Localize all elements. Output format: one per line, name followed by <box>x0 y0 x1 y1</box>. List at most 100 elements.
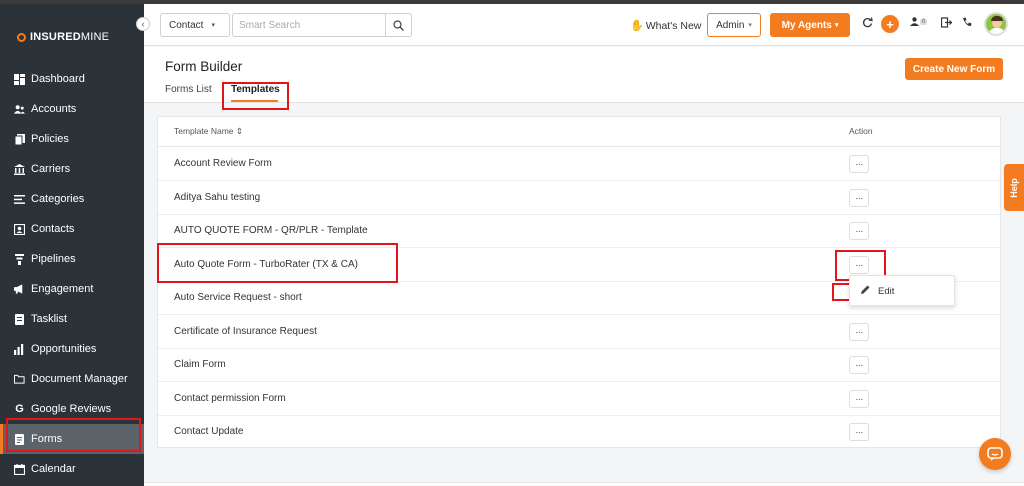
accounts-icon <box>14 104 25 115</box>
notifications-toggle[interactable]: 0 <box>910 17 928 26</box>
row-actions-button[interactable]: ··· <box>849 189 869 207</box>
google-icon: G <box>15 403 24 415</box>
sidebar-item-categories[interactable]: Categories <box>0 184 144 214</box>
tab-forms-list[interactable]: Forms List <box>165 84 212 95</box>
logout-icon[interactable] <box>941 17 952 28</box>
row-actions-button[interactable]: ··· <box>849 222 869 240</box>
help-tab[interactable]: Help <box>1004 164 1024 211</box>
chat-icon <box>987 446 1003 461</box>
sidebar-item-label: Pipelines <box>31 253 76 265</box>
sidebar-item-google-reviews[interactable]: G Google Reviews <box>0 394 144 424</box>
sidebar-item-label: Carriers <box>31 163 71 175</box>
sidebar-item-pipelines[interactable]: Pipelines <box>0 244 144 274</box>
categories-icon <box>14 194 25 205</box>
sidebar-item-label: Accounts <box>31 103 77 115</box>
chat-launcher[interactable] <box>979 438 1011 470</box>
sidebar-item-carriers[interactable]: Carriers <box>0 154 144 184</box>
chevron-down-icon: ▾ <box>211 22 215 29</box>
table-row: Account Review Form ··· <box>158 147 1000 181</box>
my-agents-button[interactable]: My Agents ▾ <box>770 13 850 37</box>
table-row: AUTO QUOTE FORM - QR/PLR - Template ··· <box>158 214 1000 248</box>
create-new-form-button[interactable]: Create New Form <box>905 58 1003 80</box>
sidebar-item-label: Dashboard <box>31 73 85 85</box>
admin-dropdown[interactable]: Admin ▾ <box>707 13 761 37</box>
template-name[interactable]: Contact Update <box>174 426 244 437</box>
row-actions-button[interactable]: ··· <box>849 323 869 341</box>
template-name[interactable]: Aditya Sahu testing <box>174 192 260 203</box>
table-row: Aditya Sahu testing ··· <box>158 181 1000 215</box>
notification-count-badge: 0 <box>920 18 928 25</box>
bottom-strip <box>144 482 1024 486</box>
row-actions-button[interactable]: ··· <box>849 155 869 173</box>
opportunities-icon <box>14 343 25 355</box>
row-actions-button[interactable]: ··· <box>849 390 869 408</box>
chevron-down-icon: ▾ <box>834 22 839 29</box>
sidebar-item-dashboard[interactable]: Dashboard <box>0 64 144 94</box>
row-actions-button[interactable]: ··· <box>849 356 869 374</box>
brand-name: INSUREDMINE <box>30 31 110 43</box>
template-name[interactable]: Auto Service Request - short <box>174 292 302 303</box>
sidebar-nav: Dashboard Accounts Policies Carriers Cat… <box>0 64 144 484</box>
sidebar-item-engagement[interactable]: Engagement <box>0 274 144 304</box>
sidebar-item-label: Contacts <box>31 223 75 235</box>
pointing-hand-icon: ✋ <box>630 20 644 32</box>
top-header: Contact ▾ ✋ What's New Admin ▾ My Agents… <box>144 4 1024 46</box>
search-scope-select[interactable]: Contact ▾ <box>160 13 230 37</box>
search-input[interactable] <box>233 19 383 31</box>
refresh-icon[interactable] <box>862 17 873 28</box>
user-avatar[interactable] <box>984 12 1008 36</box>
row-actions-button[interactable]: ··· <box>849 256 869 274</box>
engagement-icon <box>14 284 25 295</box>
sidebar-item-label: Engagement <box>31 283 94 295</box>
dashboard-icon <box>14 73 25 85</box>
avatar-hair <box>991 16 1003 21</box>
edit-menu-item[interactable]: Edit <box>861 285 894 297</box>
contacts-icon <box>14 223 25 235</box>
whats-new-link[interactable]: ✋ What's New <box>630 19 702 33</box>
forms-icon <box>14 433 25 445</box>
template-name[interactable]: Claim Form <box>174 359 226 370</box>
my-agents-label: My Agents <box>781 19 832 31</box>
smart-search <box>232 13 412 37</box>
search-icon[interactable] <box>385 14 411 36</box>
sidebar-item-calendar[interactable]: Calendar <box>0 454 144 484</box>
pipelines-icon <box>14 253 25 265</box>
template-name[interactable]: Account Review Form <box>174 158 272 169</box>
sidebar-item-label: Document Manager <box>31 373 128 385</box>
page-title: Form Builder <box>165 59 243 74</box>
sidebar-item-forms[interactable]: Forms <box>0 424 144 454</box>
whats-new-label: What's New <box>645 19 702 32</box>
search-scope-value: Contact <box>169 19 204 31</box>
table-row: Certificate of Insurance Request ··· <box>158 315 1000 349</box>
template-name[interactable]: AUTO QUOTE FORM - QR/PLR - Template <box>174 225 368 236</box>
template-name[interactable]: Auto Quote Form - TurboRater (TX & CA) <box>174 259 358 270</box>
tasklist-icon <box>14 313 25 325</box>
plus-icon: + <box>886 16 894 32</box>
chevron-down-icon: ▾ <box>748 22 752 29</box>
sidebar-item-opportunities[interactable]: Opportunities <box>0 334 144 364</box>
tab-templates[interactable]: Templates <box>231 84 280 95</box>
sidebar-item-label: Policies <box>31 133 69 145</box>
sidebar-item-contacts[interactable]: Contacts <box>0 214 144 244</box>
column-header-action: Action <box>849 126 873 136</box>
logo-mark-icon <box>17 32 26 42</box>
sidebar-collapse-button[interactable]: ‹ <box>136 17 150 31</box>
carriers-icon <box>14 163 25 175</box>
quick-add-button[interactable]: + <box>881 15 899 33</box>
template-name[interactable]: Contact permission Form <box>174 393 286 404</box>
row-actions-button[interactable]: ··· <box>849 423 869 441</box>
template-name[interactable]: Certificate of Insurance Request <box>174 326 317 337</box>
table-row: Claim Form ··· <box>158 348 1000 382</box>
sidebar-item-label: Tasklist <box>31 313 68 325</box>
sidebar-item-label: Opportunities <box>31 343 97 355</box>
avatar-shirt <box>988 28 1006 34</box>
sidebar-item-document-manager[interactable]: Document Manager <box>0 364 144 394</box>
phone-icon[interactable] <box>962 17 972 27</box>
sidebar-item-tasklist[interactable]: Tasklist <box>0 304 144 334</box>
sidebar-item-accounts[interactable]: Accounts <box>0 94 144 124</box>
sidebar: INSUREDMINE Dashboard Accounts Policies … <box>0 4 144 486</box>
sidebar-item-policies[interactable]: Policies <box>0 124 144 154</box>
column-header-template-name[interactable]: Template Name ⇕ <box>174 126 243 137</box>
user-icon <box>910 17 919 26</box>
app-logo[interactable]: INSUREDMINE <box>17 31 109 43</box>
